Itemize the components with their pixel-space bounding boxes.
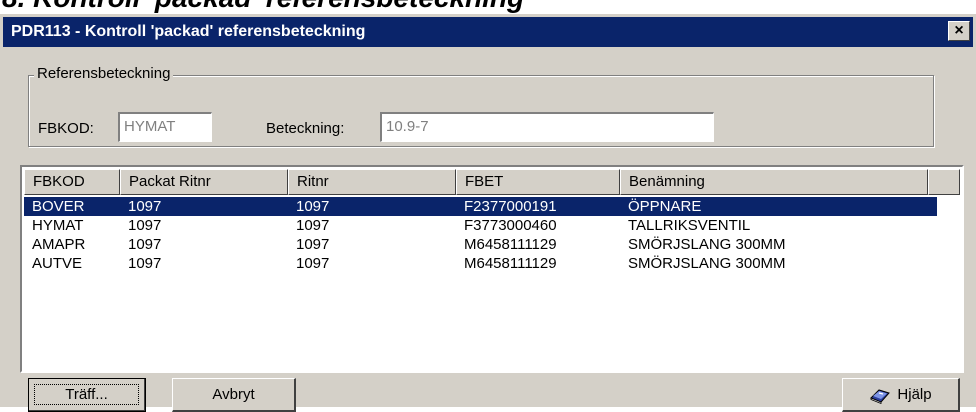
table-cell-ritnr: 1097 <box>296 217 330 234</box>
table-cell-fbet: F2377000191 <box>464 198 557 215</box>
list-header: FBKOD Packat Ritnr Ritnr FBET Benämning <box>24 169 960 195</box>
table-cell-benamning: SMÖRJSLANG 300MM <box>628 255 786 272</box>
traff-button-label: Träff... <box>65 386 108 403</box>
table-cell-benamning: SMÖRJSLANG 300MM <box>628 236 786 253</box>
table-cell-benamning: TALLRIKSVENTIL <box>628 217 751 234</box>
column-header-fbet[interactable]: FBET <box>456 169 620 195</box>
table-cell-fbkod: HYMAT <box>32 217 84 234</box>
groupbox-legend: Referensbeteckning <box>34 65 174 82</box>
dialog-window: PDR113 - Kontroll 'packad' referensbetec… <box>0 14 976 412</box>
clipped-heading: 8. Kontroll 'packad' referensbeteckning <box>0 0 976 14</box>
fbkod-label: FBKOD: <box>38 120 94 137</box>
table-row[interactable]: BOVER 1097 1097 F2377000191 ÖPPNARE <box>24 197 937 216</box>
table-cell-benamning: ÖPPNARE <box>628 198 702 215</box>
close-icon: × <box>954 22 964 39</box>
column-header-packat-ritnr[interactable]: Packat Ritnr <box>120 169 288 195</box>
table-cell-packat-ritnr: 1097 <box>128 217 162 234</box>
table-cell-fbkod: AUTVE <box>32 255 83 272</box>
results-listview[interactable]: FBKOD Packat Ritnr Ritnr FBET Benämning … <box>20 165 964 373</box>
table-cell-packat-ritnr: 1097 <box>128 198 162 215</box>
fbkod-value: HYMAT <box>124 118 176 135</box>
beteckning-value: 10.9-7 <box>386 118 429 135</box>
hjalp-button-label: Hjälp <box>897 386 932 403</box>
table-cell-fbkod: BOVER <box>32 198 85 215</box>
table-cell-fbet: M6458111129 <box>464 236 557 253</box>
table-cell-ritnr: 1097 <box>296 198 330 215</box>
beteckning-field[interactable]: 10.9-7 <box>380 112 714 142</box>
beteckning-label: Beteckning: <box>266 120 345 137</box>
column-header-filler <box>928 169 960 195</box>
column-header-ritnr[interactable]: Ritnr <box>288 169 456 195</box>
table-cell-ritnr: 1097 <box>296 236 330 253</box>
table-cell-fbet: M6458111129 <box>464 255 557 272</box>
help-book-icon <box>870 388 891 404</box>
table-cell-fbet: F3773000460 <box>464 217 557 234</box>
column-header-benamning[interactable]: Benämning <box>620 169 928 195</box>
table-row[interactable]: HYMAT 1097 1097 F3773000460 TALLRIKSVENTIL <box>24 216 960 235</box>
table-cell-packat-ritnr: 1097 <box>128 236 162 253</box>
title-bar[interactable]: PDR113 - Kontroll 'packad' referensbetec… <box>3 17 973 47</box>
close-button[interactable]: × <box>948 21 970 41</box>
fbkod-field[interactable]: HYMAT <box>118 112 212 142</box>
avbryt-button-label: Avbryt <box>212 386 255 403</box>
table-row[interactable]: AMAPR 1097 1097 M6458111129 SMÖRJSLANG 300MM <box>24 235 960 254</box>
list-rows: BOVER 1097 1097 F2377000191 ÖPPNARE HYMAT 1097… <box>24 197 960 273</box>
column-header-fbkod[interactable]: FBKOD <box>24 169 120 195</box>
table-row[interactable]: AUTVE 1097 1097 M6458111129 SMÖRJSLANG 300MM <box>24 254 960 273</box>
table-cell-packat-ritnr: 1097 <box>128 255 162 272</box>
clipped-heading-text: 8. Kontroll 'packad' referensbeteckning <box>2 0 524 14</box>
table-cell-ritnr: 1097 <box>296 255 330 272</box>
table-cell-fbkod: AMAPR <box>32 236 86 253</box>
window-title: PDR113 - Kontroll 'packad' referensbetec… <box>11 23 366 40</box>
